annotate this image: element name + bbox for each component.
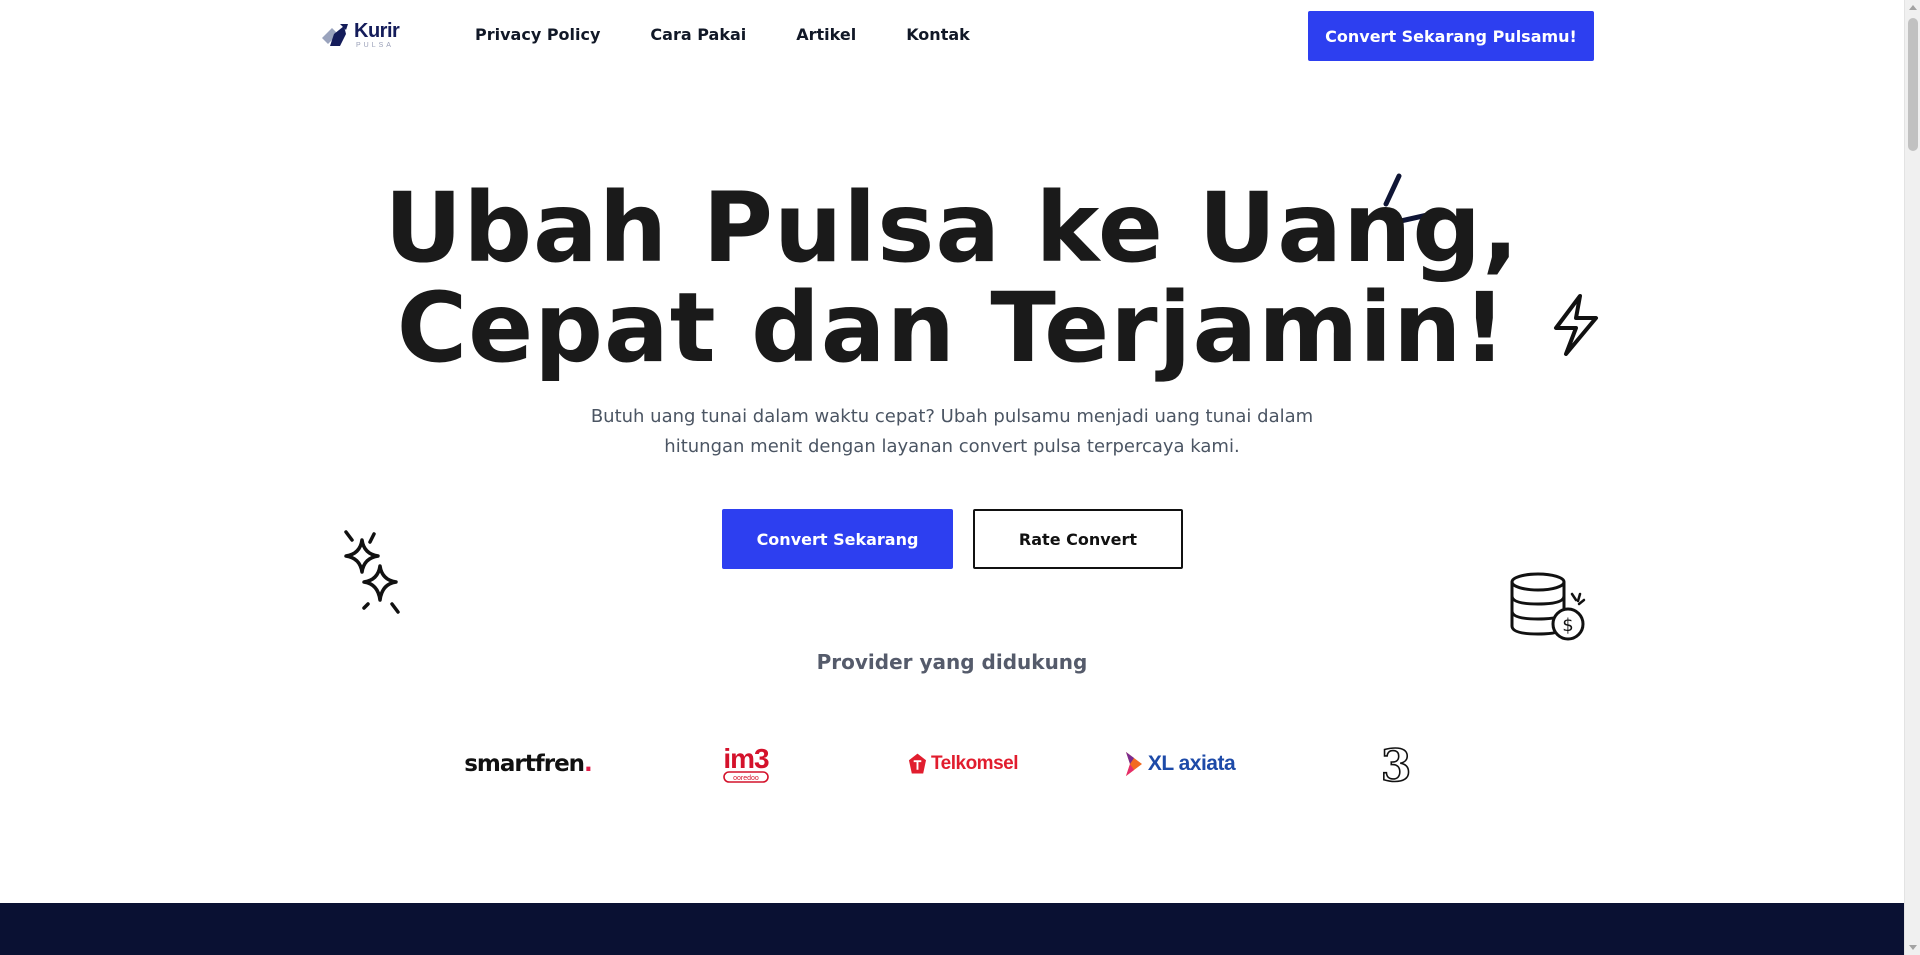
telkomsel-logo-icon <box>908 753 927 774</box>
coins-dollar-icon: $ <box>1510 572 1586 641</box>
convert-now-button[interactable]: Convert Sekarang <box>722 509 953 569</box>
provider-smartfren-logo: smartfren. <box>462 740 594 788</box>
three-logo-text: 3 <box>1381 741 1412 787</box>
main-nav: Privacy Policy Cara Pakai Artikel Kontak <box>475 25 1020 44</box>
vertical-scrollbar[interactable] <box>1904 0 1920 955</box>
provider-three-logo: 3 <box>1376 740 1416 788</box>
logo-subtext: PULSA <box>356 42 394 49</box>
scroll-up-icon[interactable] <box>1909 5 1917 10</box>
im3-logo-icon: im3 ooredoo <box>723 743 770 783</box>
provider-telkomsel-logo: Telkomsel <box>908 740 1019 788</box>
smartfren-logo-dot: . <box>584 751 593 777</box>
logo-text: Kurir PULSA <box>354 20 400 49</box>
svg-text:$: $ <box>1562 615 1573 636</box>
footer-band <box>0 903 1904 955</box>
telkomsel-logo-text: Telkomsel <box>930 753 1019 774</box>
three-logo-icon: 3 <box>1380 741 1412 787</box>
nav-kontak[interactable]: Kontak <box>906 25 970 44</box>
scrollbar-thumb[interactable] <box>1908 18 1918 151</box>
im3-logo-text: im3 <box>723 743 769 774</box>
provider-xl-axiata-logo: XL axiata <box>1122 740 1237 788</box>
nav-cara-pakai[interactable]: Cara Pakai <box>650 25 746 44</box>
nav-artikel[interactable]: Artikel <box>796 25 856 44</box>
logo-word: Kurir <box>354 20 400 42</box>
xl-axiata-logo-icon <box>1125 752 1142 776</box>
hero-subtitle: Butuh uang tunai dalam waktu cepat? Ubah… <box>590 406 1314 457</box>
im3-logo-subtext: ooredoo <box>733 775 759 782</box>
xl-axiata-logo-text: XL axiata <box>1147 752 1236 775</box>
rate-convert-button[interactable]: Rate Convert <box>973 509 1183 569</box>
hero-title-line-1: Ubah Pulsa ke Uang, <box>384 172 1520 284</box>
hero-title: Ubah Pulsa ke Uang, Cepat dan Terjamin! <box>0 178 1904 378</box>
nav-privacy-policy[interactable]: Privacy Policy <box>475 25 600 44</box>
navbar: Kurir PULSA Privacy Policy Cara Pakai Ar… <box>0 0 1904 72</box>
convert-now-header-button[interactable]: Convert Sekarang Pulsamu! <box>1308 11 1594 61</box>
page: Kurir PULSA Privacy Policy Cara Pakai Ar… <box>0 0 1904 955</box>
hero-title-line-2: Cepat dan Terjamin! <box>396 272 1508 384</box>
sparkles-icon <box>344 530 400 614</box>
providers-title: Provider yang didukung <box>816 650 1088 674</box>
kurir-logo-icon <box>322 24 348 46</box>
logo-link[interactable]: Kurir PULSA <box>320 20 400 50</box>
provider-im3-logo: im3 ooredoo <box>716 740 776 788</box>
smartfren-logo-text: smartfren <box>464 751 585 777</box>
scroll-down-icon[interactable] <box>1909 945 1917 950</box>
